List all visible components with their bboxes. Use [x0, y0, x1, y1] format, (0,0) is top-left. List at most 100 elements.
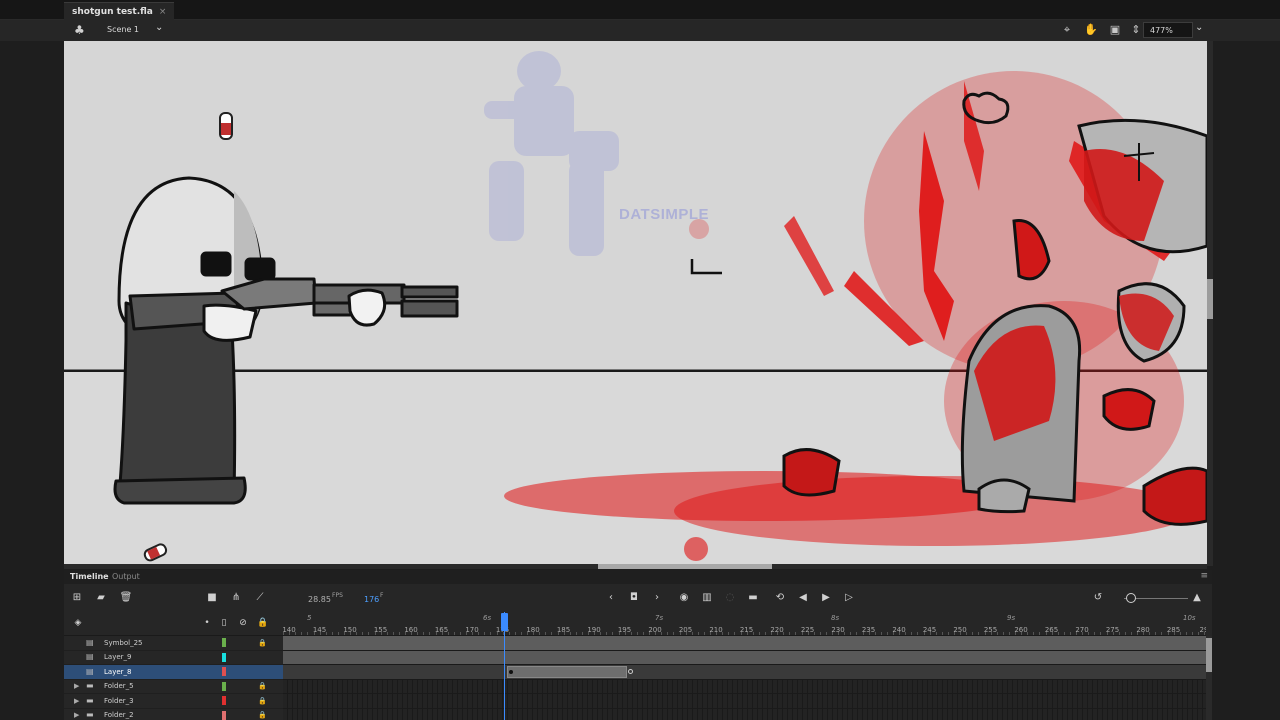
previous-keyframe-icon[interactable]: ‹ [604, 591, 618, 605]
scene-dropdown-chevron-icon[interactable]: ⌄ [155, 22, 163, 33]
layer-name[interactable]: Folder_2 [104, 711, 134, 719]
keyframe[interactable] [509, 670, 513, 674]
lock-icon[interactable]: 🔒 [258, 639, 267, 647]
ruler-tick [728, 632, 730, 635]
step-forward-icon[interactable]: ▷ [842, 591, 856, 605]
ruler-tick [581, 632, 583, 635]
scrollbar-thumb[interactable] [598, 564, 772, 569]
panel-menu-icon[interactable]: ≡ [1200, 571, 1208, 581]
blank-keyframe[interactable] [628, 669, 633, 674]
fps-value[interactable]: 28.85 [308, 595, 331, 604]
zoom-field[interactable]: 477% [1143, 22, 1193, 38]
hand-tool-icon[interactable]: ✋ [1084, 23, 1098, 37]
new-folder-icon[interactable]: ▰ [94, 591, 108, 605]
lock-icon[interactable]: 🔒 [258, 697, 267, 705]
layer-outline-color[interactable] [222, 681, 226, 691]
clip-content-icon[interactable]: ▣ [1108, 23, 1122, 37]
frame-row[interactable] [283, 650, 1206, 665]
layer-name[interactable]: Layer_9 [104, 653, 131, 661]
ruler-tick [435, 632, 437, 635]
play-icon[interactable]: ▶ [819, 591, 833, 605]
mountain-zoom-icon[interactable]: ▲ [1190, 591, 1204, 605]
layer-row[interactable]: ▤ Layer_9 [64, 651, 283, 665]
lock-icon[interactable]: 🔒 [258, 682, 267, 690]
highlight-dot-icon[interactable]: • [201, 617, 213, 629]
frame-row[interactable] [283, 665, 1206, 680]
scene-icon[interactable]: ♣ [74, 23, 88, 37]
delete-layer-icon[interactable]: 🗑 [119, 591, 133, 605]
zoom-stepper-icon[interactable]: ⇕ [1129, 23, 1143, 37]
tab-timeline[interactable]: Timeline [70, 572, 109, 581]
step-back-icon[interactable]: ◀ [796, 591, 810, 605]
frame-center-icon[interactable]: ▬ [746, 591, 760, 605]
ruler-tick [703, 632, 705, 635]
folder-row[interactable]: ▶ ▬ Folder_5 🔒 [64, 680, 283, 694]
stage-horizontal-scrollbar[interactable] [64, 564, 1207, 569]
expand-folder-icon[interactable]: ▶ [74, 711, 79, 719]
frame-row[interactable] [283, 679, 1206, 694]
lock-toggle-icon[interactable]: 🔒 [257, 617, 269, 629]
layer-outline-color[interactable] [222, 638, 226, 648]
ruler-tick [527, 632, 528, 635]
document-tab[interactable]: shotgun test.fla × [64, 2, 175, 20]
frame-row[interactable] [283, 708, 1206, 720]
ruler-tick [1027, 632, 1029, 635]
ruler-tick [618, 632, 620, 635]
seconds-label: 6s [483, 614, 492, 622]
next-keyframe-icon[interactable]: › [650, 591, 664, 605]
scene-label[interactable]: Scene 1 [107, 25, 139, 34]
loop-icon[interactable]: ⟲ [773, 591, 787, 605]
playhead-handle[interactable] [501, 613, 508, 631]
center-stage-icon[interactable]: ⌖ [1060, 23, 1074, 37]
stage-canvas[interactable]: DATSIMPLE [64, 41, 1207, 566]
current-frame-value[interactable]: 176 [364, 595, 379, 604]
expand-folder-icon[interactable]: ▶ [74, 697, 79, 705]
folder-row[interactable]: ▶ ▬ Folder_3 🔒 [64, 694, 283, 709]
layer-outline-color[interactable] [222, 652, 226, 662]
layer-icon: ▤ [86, 637, 94, 647]
layer-outline-color[interactable] [222, 696, 226, 706]
layer-name[interactable]: Symbol_25 [104, 639, 142, 647]
ruler-tick [874, 632, 876, 635]
layer-outline-color[interactable] [222, 667, 226, 677]
frame-row[interactable] [283, 636, 1206, 651]
ruler-tick [667, 632, 669, 635]
layer-name[interactable]: Folder_3 [104, 697, 134, 705]
ruler-tick [954, 632, 955, 635]
layer-row[interactable]: ▤ Layer_8 [64, 665, 283, 680]
frame-ruler[interactable]: 1401451501551601651701751801851901952002… [283, 612, 1206, 636]
camera-icon[interactable]: ■ [205, 591, 219, 605]
tab-output[interactable]: Output [112, 572, 140, 581]
scrollbar-thumb[interactable] [1206, 638, 1212, 672]
layer-outline-color[interactable] [222, 710, 226, 720]
folder-row[interactable]: ▶ ▬ Folder_2 🔒 [64, 709, 283, 720]
frame-span[interactable] [507, 666, 627, 678]
ruler-tick [331, 632, 333, 635]
layer-row[interactable]: ▤ Symbol_25 🔒 [64, 636, 283, 651]
layer-name[interactable]: Layer_8 [104, 668, 131, 676]
ruler-tick [1198, 632, 1199, 635]
visibility-toggle-icon[interactable]: ⊘ [237, 617, 249, 629]
ruler-tick [740, 632, 742, 635]
onion-skin-outline-icon[interactable]: ▥ [700, 591, 714, 605]
zoom-dropdown-chevron-icon[interactable]: ⌄ [1195, 22, 1203, 33]
layer-parenting-icon[interactable]: ⋔ [229, 591, 243, 605]
frame-grid[interactable] [283, 636, 1206, 720]
lock-icon[interactable]: 🔒 [258, 711, 267, 719]
frame-row[interactable] [283, 694, 1206, 709]
expand-folder-icon[interactable]: ▶ [74, 682, 79, 690]
fit-frames-icon[interactable]: ↺ [1091, 591, 1105, 605]
timeline-vertical-scrollbar[interactable] [1206, 636, 1212, 720]
graph-icon[interactable]: ⟋ [253, 591, 267, 605]
layer-name[interactable]: Folder_5 [104, 682, 134, 690]
outline-toggle-icon[interactable]: ▯ [218, 617, 230, 629]
ruler-tick [685, 632, 687, 635]
edit-multiple-frames-icon[interactable]: ◌ [723, 591, 737, 605]
timeline-zoom-knob[interactable] [1126, 593, 1136, 603]
edit-bar: ♣ Scene 1 ⌄ ⌖ ✋ ▣ ⇕ 477% ⌄ [0, 20, 1280, 41]
insert-keyframe-icon[interactable]: ◘ [627, 591, 641, 605]
new-layer-icon[interactable]: ⊞ [70, 591, 84, 605]
close-tab-icon[interactable]: × [159, 7, 167, 17]
ruler-tick [466, 632, 467, 635]
onion-skin-icon[interactable]: ◉ [677, 591, 691, 605]
